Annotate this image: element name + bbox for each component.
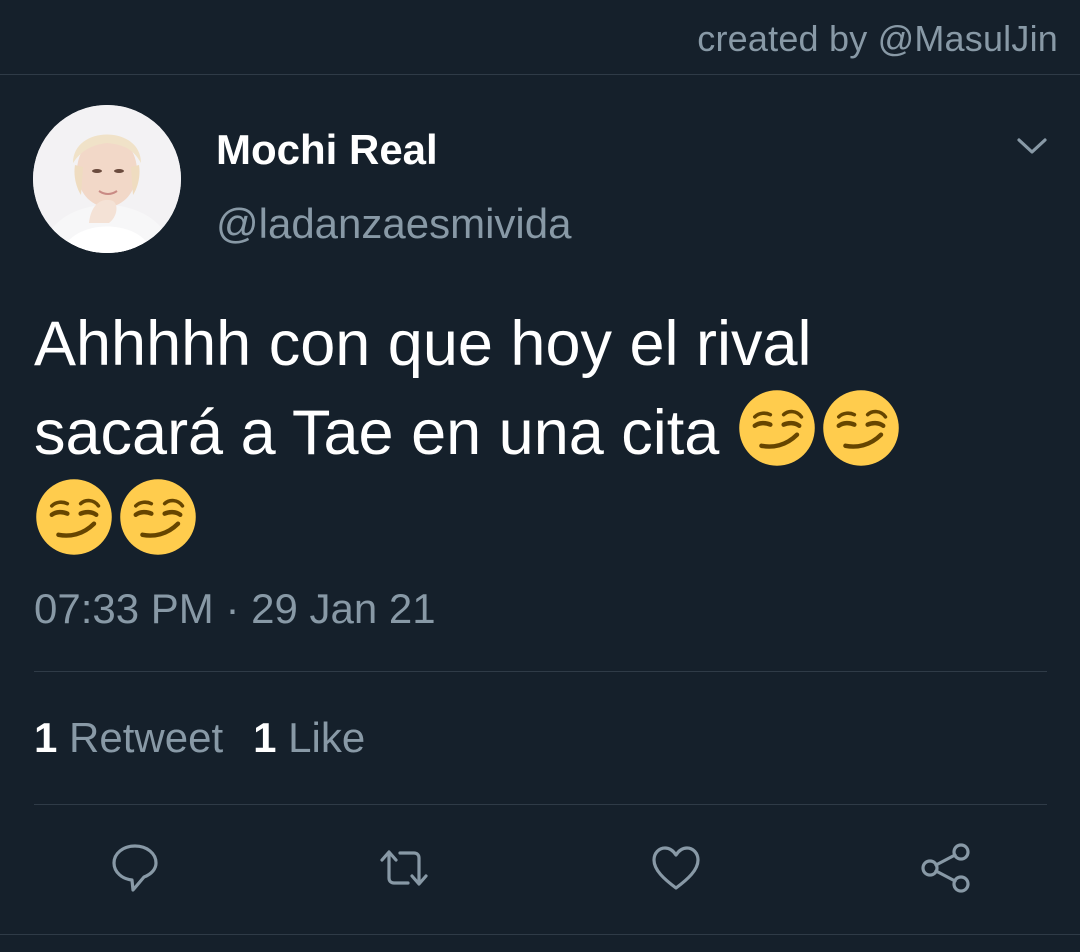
display-name[interactable]: Mochi Real	[216, 126, 438, 174]
divider	[34, 671, 1047, 672]
reply-button[interactable]	[107, 840, 163, 896]
divider	[34, 804, 1047, 805]
avatar-image	[33, 105, 181, 253]
smirking-face-icon	[36, 479, 112, 555]
reply-icon	[112, 844, 158, 892]
tweet-timestamp[interactable]: 07:33 PM · 29 Jan 21	[34, 585, 436, 633]
chevron-down-icon	[1017, 138, 1047, 154]
creator-credit: created by @MasulJin	[697, 18, 1058, 59]
like-stat[interactable]: 1 Like	[253, 714, 365, 762]
tweet-text-line-2-words: sacará a Tae en una cita	[34, 398, 720, 468]
retweet-button[interactable]	[376, 840, 432, 896]
tweet-text-line-3	[34, 477, 1044, 566]
share-button[interactable]	[918, 840, 974, 896]
retweet-stat[interactable]: 1 Retweet	[34, 714, 223, 762]
tweet-text-line-2: sacará a Tae en una cita	[34, 388, 1044, 477]
smirking-face-icon	[120, 479, 196, 555]
retweet-icon	[380, 850, 428, 886]
tweet-text: Ahhhhh con que hoy el rival sacará a Tae…	[34, 300, 1044, 566]
user-handle[interactable]: @ladanzaesmivida	[216, 200, 571, 248]
tweet-options-chevron[interactable]	[1014, 128, 1050, 164]
avatar[interactable]	[33, 105, 181, 253]
like-label: Like	[288, 714, 366, 761]
bottom-divider	[0, 934, 1080, 935]
like-count: 1	[253, 714, 277, 761]
smirking-face-icon	[823, 390, 899, 466]
smirking-face-icon	[739, 390, 815, 466]
retweet-label: Retweet	[69, 714, 224, 761]
tweet-stats: 1 Retweet 1 Like	[34, 714, 365, 762]
tweet-text-line-1: Ahhhhh con que hoy el rival	[34, 309, 812, 379]
share-icon	[921, 843, 970, 893]
top-divider	[0, 74, 1080, 75]
retweet-count: 1	[34, 714, 58, 761]
like-button[interactable]	[648, 840, 704, 896]
like-icon	[652, 846, 700, 890]
